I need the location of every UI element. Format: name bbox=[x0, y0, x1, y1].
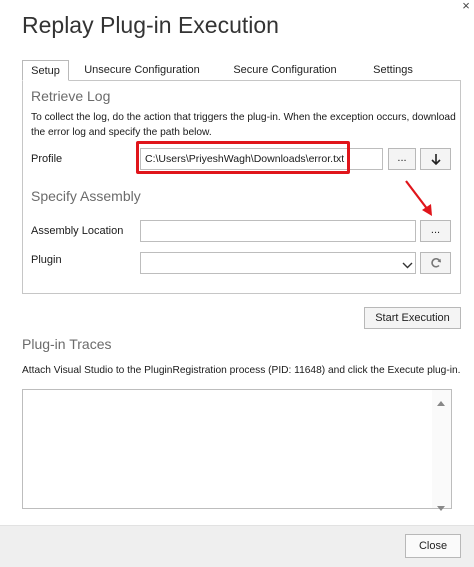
start-execution-button[interactable]: Start Execution bbox=[364, 307, 461, 329]
scroll-up-icon[interactable] bbox=[437, 393, 445, 411]
plugin-traces-title: Plug-in Traces bbox=[22, 336, 112, 352]
profile-label: Profile bbox=[31, 153, 63, 165]
annotation-arrow bbox=[405, 180, 432, 216]
plugin-traces-output[interactable] bbox=[22, 389, 452, 509]
refresh-icon bbox=[430, 257, 442, 269]
refresh-plugins-button[interactable] bbox=[420, 252, 451, 274]
window-title: Replay Plug-in Execution bbox=[22, 12, 279, 38]
scroll-down-icon[interactable] bbox=[437, 499, 445, 517]
retrieve-log-title: Retrieve Log bbox=[31, 88, 111, 104]
tab-unsecure-configuration[interactable]: Unsecure Configuration bbox=[76, 60, 208, 80]
tab-secure-configuration[interactable]: Secure Configuration bbox=[222, 60, 348, 80]
assembly-browse-button[interactable]: ... bbox=[420, 220, 451, 242]
chevron-down-icon bbox=[402, 257, 413, 275]
plugin-traces-instruction: Attach Visual Studio to the PluginRegist… bbox=[22, 365, 461, 376]
assembly-location-input[interactable] bbox=[140, 220, 416, 242]
assembly-location-label: Assembly Location bbox=[31, 225, 124, 237]
download-log-button[interactable] bbox=[420, 148, 451, 170]
plugin-label: Plugin bbox=[31, 254, 62, 266]
retrieve-log-description: To collect the log, do the action that t… bbox=[31, 112, 456, 138]
profile-browse-button[interactable]: ... bbox=[388, 148, 416, 170]
tab-settings[interactable]: Settings bbox=[362, 60, 424, 80]
plugin-select[interactable] bbox=[140, 252, 416, 274]
window-close-button[interactable]: × bbox=[458, 0, 474, 14]
profile-highlight-box bbox=[136, 141, 350, 174]
arrow-down-icon bbox=[430, 153, 442, 166]
dialog-footer bbox=[0, 525, 474, 567]
close-button[interactable]: Close bbox=[405, 534, 461, 558]
tab-setup[interactable]: Setup bbox=[22, 60, 69, 81]
specify-assembly-title: Specify Assembly bbox=[31, 188, 141, 204]
